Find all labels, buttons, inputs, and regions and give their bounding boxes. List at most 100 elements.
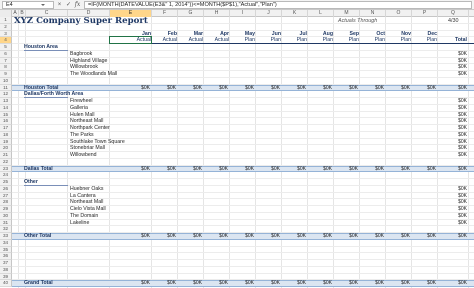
column-gridline [18, 17, 19, 288]
section-total-label: Dallas Total [24, 165, 53, 172]
column-header-k[interactable]: K [282, 10, 308, 17]
row-header-37[interactable]: 37 [0, 260, 12, 267]
location-total-value: $0K [458, 57, 467, 64]
column-gridline [109, 17, 110, 288]
column-header-j[interactable]: J [256, 10, 282, 17]
column-gridline [203, 17, 204, 288]
section-total-value: $0K [458, 165, 467, 172]
location-total-value: $0K [458, 199, 467, 206]
row-header-5[interactable]: 5 [0, 44, 12, 51]
check-icon[interactable]: ✓ [65, 1, 72, 9]
row-header-4[interactable]: 4 [0, 37, 12, 44]
row-header-14[interactable]: 14 [0, 104, 12, 112]
row-header-27[interactable]: 27 [0, 192, 12, 200]
row-header-26[interactable]: 26 [0, 185, 12, 193]
location-name: The Parks [70, 131, 94, 138]
row-header-3[interactable]: 3 [0, 30, 12, 38]
row-header-35[interactable]: 35 [0, 246, 12, 254]
row-gridline [12, 265, 474, 267]
location-name: The Woodlands Mall [70, 71, 118, 77]
row-header-32[interactable]: 32 [0, 226, 12, 233]
column-header-i[interactable]: I [230, 10, 256, 17]
location-total-value: $0K [458, 111, 467, 118]
row-header-10[interactable]: 10 [0, 77, 12, 85]
row-header-33[interactable]: 33 [0, 233, 12, 240]
location-name: Willowbend [70, 152, 97, 158]
location-total-value: $0K [458, 125, 467, 131]
row-header-7[interactable]: 7 [0, 57, 12, 65]
row-header-24[interactable]: 24 [0, 172, 12, 179]
row-header-12[interactable]: 12 [0, 91, 12, 98]
section-total-value: $0K [458, 84, 467, 91]
row-header-16[interactable]: 16 [0, 118, 12, 125]
row-header-30[interactable]: 30 [0, 212, 12, 220]
row-header-29[interactable]: 29 [0, 206, 12, 213]
column-header-p[interactable]: P [412, 10, 438, 17]
column-gridline [307, 17, 308, 288]
location-total-value: $0K [458, 50, 467, 57]
column-header-h[interactable]: H [204, 10, 230, 17]
row-header-2[interactable]: 2 [0, 23, 12, 31]
row-header-31[interactable]: 31 [0, 219, 12, 227]
grand-total-label: Grand Total [24, 280, 53, 287]
row-header-36[interactable]: 36 [0, 253, 12, 260]
name-box[interactable]: E4 [2, 0, 54, 9]
column-header-f[interactable]: F [152, 10, 178, 17]
row-header-22[interactable]: 22 [0, 158, 12, 166]
column-header-m[interactable]: M [334, 10, 360, 17]
location-name: Bagbrook [70, 50, 93, 57]
location-name: Firewheel [70, 98, 93, 104]
row-header-13[interactable]: 13 [0, 98, 12, 105]
column-header-g[interactable]: G [178, 10, 204, 17]
formula-input[interactable]: =IF(MONTH(DATEVALUE(E3&" 1, 2014"))<=MON… [84, 0, 472, 9]
section-underline [24, 184, 68, 186]
row-gridline [12, 178, 474, 179]
location-name: Galleria [70, 104, 88, 111]
section-total-value: $0K [427, 165, 436, 172]
row-header-40[interactable]: 40 [0, 280, 12, 287]
location-name: Huebner Oaks [70, 185, 104, 192]
location-total-value: $0K [458, 64, 467, 71]
row-gridline [12, 272, 474, 274]
name-box-value: E4 [6, 1, 13, 8]
column-gridline [411, 17, 412, 288]
location-name: La Cantera [70, 192, 96, 199]
row-header-18[interactable]: 18 [0, 131, 12, 139]
row-header-23[interactable]: 23 [0, 165, 12, 173]
location-total-value: $0K [458, 104, 467, 111]
column-header-n[interactable]: N [360, 10, 386, 17]
row-header-38[interactable]: 38 [0, 266, 12, 274]
column-header-l[interactable]: L [308, 10, 334, 17]
location-total-value: $0K [458, 71, 467, 77]
row-header-15[interactable]: 15 [0, 111, 12, 119]
selected-cell[interactable] [109, 36, 152, 44]
actuals-through-value: 4/30 [448, 18, 459, 24]
row-header-25[interactable]: 25 [0, 179, 12, 186]
row-header-21[interactable]: 21 [0, 152, 12, 159]
row-header-19[interactable]: 19 [0, 138, 12, 146]
location-total-value: $0K [458, 98, 467, 104]
row-header-34[interactable]: 34 [0, 239, 12, 247]
spreadsheet-grid[interactable]: ABCDEFGHIJKLMNOPQ 1 2 3 4 5 6 7 8 9 10 11 12 13 14 15 1… [0, 10, 474, 288]
select-all-corner[interactable] [0, 10, 12, 17]
chevron-down-icon[interactable] [40, 3, 45, 6]
row-header-39[interactable]: 39 [0, 273, 12, 281]
row-header-9[interactable]: 9 [0, 71, 12, 78]
row-header-8[interactable]: 8 [0, 64, 12, 71]
row-header-17[interactable]: 17 [0, 125, 12, 132]
row-header-20[interactable]: 20 [0, 145, 12, 152]
grand-total-value: $0K [427, 280, 436, 287]
column-header-q[interactable]: Q [438, 10, 469, 17]
row-header-28[interactable]: 28 [0, 199, 12, 206]
column-gridline [255, 17, 256, 288]
location-total-value: $0K [458, 152, 467, 158]
column-gridline [25, 17, 26, 288]
cancel-icon[interactable]: × [56, 1, 63, 9]
section-total-value: $0K [427, 233, 436, 239]
row-header-6[interactable]: 6 [0, 50, 12, 58]
insert-function-icon[interactable]: fx [74, 1, 81, 9]
row-header-1[interactable]: 1 [0, 17, 12, 24]
location-name: Highland Village [70, 57, 108, 64]
row-header-11[interactable]: 11 [0, 84, 12, 92]
column-header-o[interactable]: O [386, 10, 412, 17]
